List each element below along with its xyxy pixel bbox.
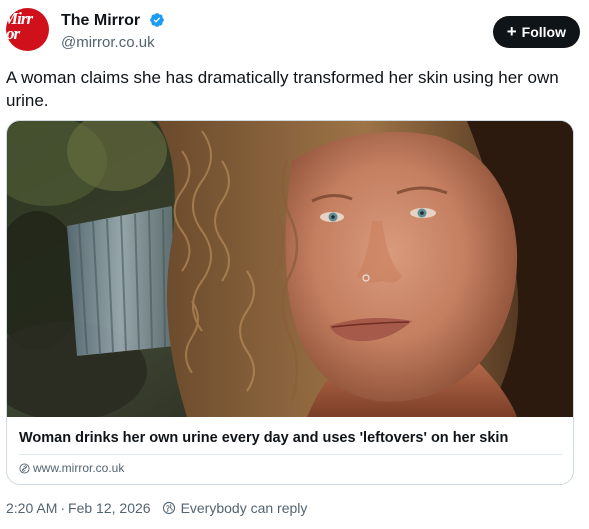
link-card-divider (19, 454, 562, 455)
globe-icon (162, 501, 175, 515)
link-card-title[interactable]: Woman drinks her own urine every day and… (19, 429, 564, 448)
meta-separator: · (60, 500, 66, 516)
follow-button-label: Follow (521, 24, 566, 40)
tweet-footer: 2:20 AM · Feb 12, 2026 Everybody can rep… (6, 500, 307, 516)
author-handle[interactable]: @mirror.co.uk (61, 33, 165, 53)
reply-setting[interactable]: Everybody can reply (181, 500, 308, 516)
verified-badge-icon (149, 13, 164, 27)
link-card-image[interactable] (7, 121, 573, 417)
tweet-date[interactable]: Feb 12, 2026 (68, 500, 151, 516)
plus-icon: + (506, 22, 517, 41)
author-names: The Mirror @mirror.co.uk (61, 11, 165, 53)
link-card[interactable]: Woman drinks her own urine every day and… (6, 120, 574, 485)
link-card-domain-text: www.mirror.co.uk (33, 461, 125, 475)
tweet-time[interactable]: 2:20 AM (6, 500, 57, 516)
link-icon (19, 462, 30, 474)
woman-portrait-photo (7, 121, 573, 417)
follow-button[interactable]: + Follow (492, 16, 580, 48)
tweet-header: Mirr or The Mirror @mirror.co.uk + Follo… (6, 8, 583, 56)
tweet-text: A woman claims she has dramatically tran… (6, 68, 559, 110)
link-card-domain[interactable]: www.mirror.co.uk (19, 461, 124, 475)
avatar[interactable]: Mirr or (6, 8, 49, 51)
avatar-logo-text: Mirr or (6, 9, 33, 43)
author-display-name[interactable]: The Mirror (61, 11, 140, 31)
